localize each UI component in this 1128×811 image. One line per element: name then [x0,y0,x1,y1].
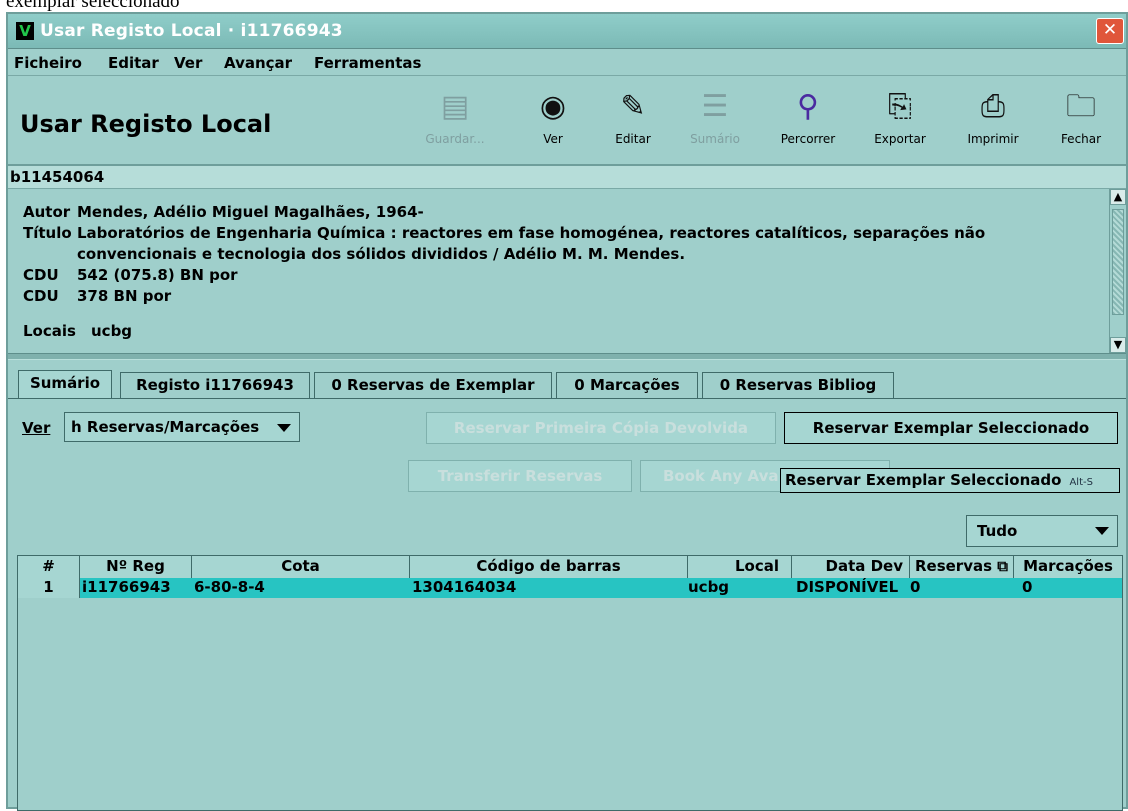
printer-icon: ⎙ [981,89,1005,124]
items-table: # Nº Reg Cota Código de barras Local Dat… [17,555,1123,811]
field-autor: Autor Mendes, Adélio Miguel Magalhães, 19… [23,203,424,221]
tab-sumario[interactable]: Sumário [18,370,112,398]
tab-registo[interactable]: Registo i11766943 [120,372,310,398]
field-titulo: Título Laboratórios de Engenharia Química… [23,224,986,242]
cell-local: ucbg [688,578,730,596]
scroll-thumb[interactable] [1112,209,1124,315]
menu-editar[interactable]: Editar [108,54,159,72]
save-icon: ▤ [440,89,470,124]
edit-icon: ✎ [620,89,646,124]
close-record-button[interactable]: 🗀 Fechar [1046,82,1116,162]
cell-data-dev: DISPONÍVEL [796,578,899,596]
col-marcacoes[interactable]: Marcações [1014,556,1122,578]
menu-avancar[interactable]: Avançar [224,54,292,72]
close-folder-icon: 🗀 [1066,89,1096,124]
field-titulo-continued: convencionais e tecnologia dos sólidos d… [77,245,686,263]
chevron-down-icon [1095,527,1109,535]
bib-record-id: b11454064 [10,168,105,186]
main-window: V Usar Registo Local · i11766943 ✕ Fiche… [6,12,1128,811]
menu-ficheiro[interactable]: Ficheiro [14,54,82,72]
browse-button[interactable]: ⚲ Percorrer [773,82,843,162]
col-n-reg[interactable]: Nº Reg [80,556,192,578]
cell-reservas: 0 [910,578,921,596]
menu-bar: Ficheiro Editar Ver Avançar Ferramentas [8,49,1126,76]
export-button[interactable]: ⎘ Exportar [865,82,935,162]
table-header: # Nº Reg Cota Código de barras Local Dat… [18,556,1122,579]
tab-underline [8,398,1126,399]
cell-codigo-barras: 1304164034 [412,578,517,596]
field-cdu-2: CDU 378 BN por [23,287,172,305]
caption-fragment: exemplar seleccionado [0,0,1128,12]
cell-n-reg: i11766943 [82,578,171,596]
ver-label: Ver [22,419,51,437]
field-locais: Locais ucbg [23,322,133,340]
print-button[interactable]: ⎙ Imprimir [958,82,1028,162]
tab-reservas-exemplar[interactable]: 0 Reservas de Exemplar [314,372,552,398]
cell-cota: 6-80-8-4 [194,578,265,596]
tab-reservas-bibliog[interactable]: 0 Reservas Bibliog [702,372,894,398]
col-data-dev[interactable]: Data Dev [792,556,910,578]
view-button[interactable]: ◉ Ver [518,82,588,162]
pane-splitter[interactable] [8,353,1126,360]
toolbar: Usar Registo Local ▤ Guardar... ◉ Ver ✎ … [8,76,1126,166]
transferir-reservas-button[interactable]: Transferir Reservas [408,460,632,492]
page-title: Usar Registo Local [20,110,272,138]
scroll-down-icon[interactable]: ▼ [1110,337,1126,353]
window-title: Usar Registo Local · i11766943 [40,21,343,41]
col-index[interactable]: # [18,556,80,578]
menu-ferramentas[interactable]: Ferramentas [314,54,421,72]
save-button[interactable]: ▤ Guardar... [420,82,490,162]
row-index: 1 [18,578,80,598]
col-reservas[interactable]: Reservas ⧉ [910,556,1014,578]
record-id-bar: b11454064 [8,166,1126,189]
reservar-primeira-copia-button[interactable]: Reservar Primeira Cópia Devolvida [426,412,776,444]
col-cota[interactable]: Cota [192,556,410,578]
summary-button[interactable]: ☰ Sumário [680,82,750,162]
close-window-button[interactable]: ✕ [1096,18,1124,44]
bibliographic-display: Autor Mendes, Adélio Miguel Magalhães, 19… [8,189,1112,347]
record-scrollbar[interactable]: ▲ ▼ [1109,189,1126,353]
cell-marcacoes: 0 [1022,578,1033,596]
menu-ver[interactable]: Ver [174,54,202,72]
tooltip: Reservar Exemplar Seleccionado Alt-S [780,468,1120,493]
tab-marcacoes[interactable]: 0 Marcações [556,372,698,398]
magnifier-icon: ⚲ [797,89,819,124]
tooltip-accelerator: Alt-S [1069,477,1093,488]
reservar-exemplar-button[interactable]: Reservar Exemplar Seleccionado [784,412,1118,444]
title-bar[interactable]: V Usar Registo Local · i11766943 ✕ [8,14,1126,49]
ver-dropdown[interactable]: h Reservas/Marcações [64,412,300,442]
scroll-up-icon[interactable]: ▲ [1110,189,1126,205]
link-icon: ⧉ [997,557,1008,575]
filter-dropdown[interactable]: Tudo [966,515,1118,547]
col-codigo-barras[interactable]: Código de barras [410,556,688,578]
summary-icon: ☰ [701,89,729,124]
app-icon: V [16,22,34,40]
chevron-down-icon [277,424,291,432]
col-local[interactable]: Local [688,556,792,578]
edit-button[interactable]: ✎ Editar [598,82,668,162]
field-cdu-1: CDU 542 (075.8) BN por [23,266,238,284]
eye-icon: ◉ [539,89,567,124]
export-icon: ⎘ [888,89,912,124]
table-row[interactable]: 1 i11766943 6-80-8-4 1304164034 ucbg DIS… [18,578,1122,598]
